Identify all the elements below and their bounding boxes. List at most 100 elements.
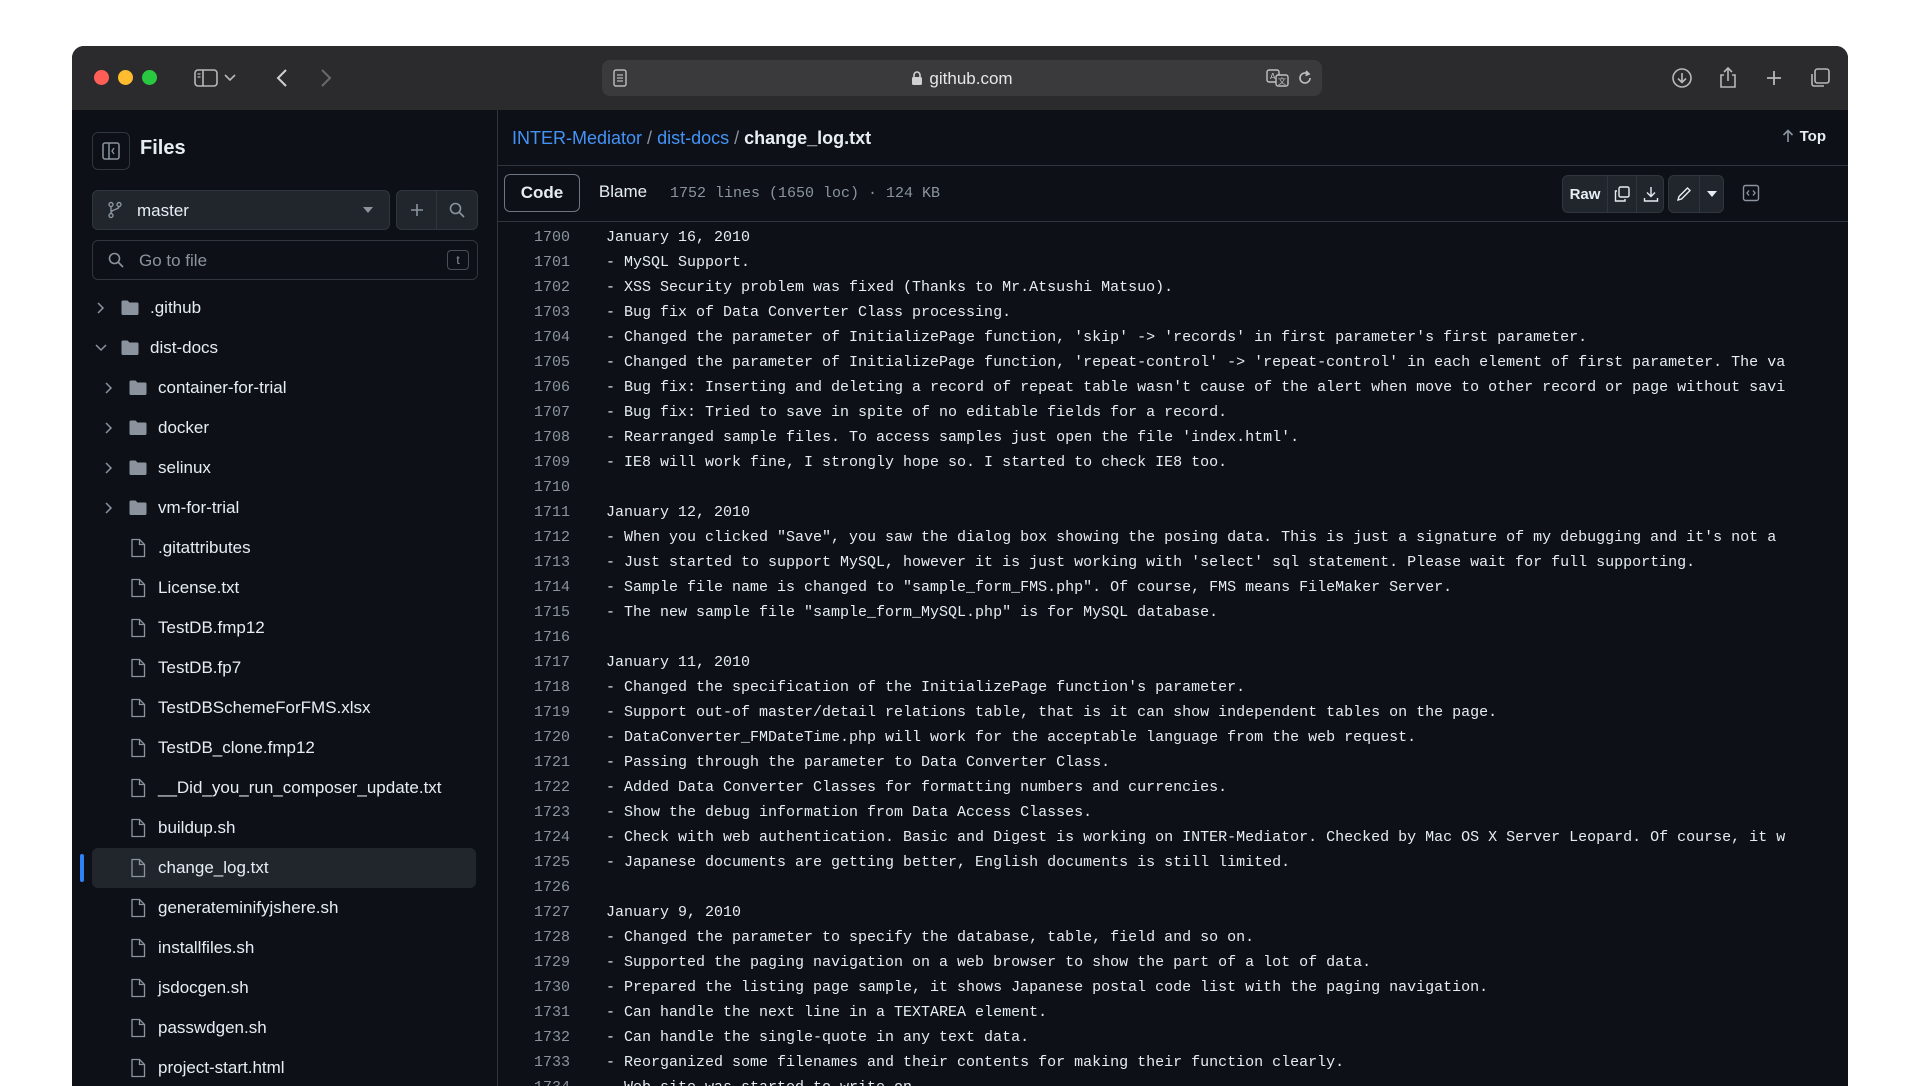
tree-item-label: change_log.txt [158, 858, 269, 877]
sidebar-toggle-icon[interactable] [192, 64, 220, 92]
symbols-panel-button[interactable] [1734, 175, 1768, 211]
reload-icon[interactable] [1296, 68, 1314, 93]
line-number[interactable]: 1728 [498, 925, 570, 950]
keyboard-shortcut-hint: t [447, 250, 469, 270]
tree-folder-item[interactable]: .github [92, 288, 476, 328]
collapse-sidebar-button[interactable] [92, 132, 130, 170]
line-number[interactable]: 1713 [498, 550, 570, 575]
chevron-right-icon[interactable] [102, 421, 116, 435]
chevron-down-icon[interactable] [222, 64, 238, 92]
line-number[interactable]: 1724 [498, 825, 570, 850]
line-number[interactable]: 1701 [498, 250, 570, 275]
line-number[interactable]: 1722 [498, 775, 570, 800]
tree-file-item[interactable]: project-start.html [92, 1048, 476, 1086]
search-files-button[interactable] [436, 190, 478, 230]
line-number[interactable]: 1719 [498, 700, 570, 725]
tab-overview-icon[interactable] [1806, 64, 1834, 92]
tree-file-item[interactable]: TestDB_clone.fmp12 [92, 728, 476, 768]
line-number[interactable]: 1727 [498, 900, 570, 925]
tree-folder-item[interactable]: dist-docs [92, 328, 476, 368]
line-number[interactable]: 1725 [498, 850, 570, 875]
chevron-right-icon[interactable] [102, 461, 116, 475]
tree-file-item[interactable]: change_log.txt [80, 848, 476, 888]
edit-options-button[interactable] [1700, 176, 1723, 212]
tree-folder-item[interactable]: selinux [92, 448, 476, 488]
line-number[interactable]: 1730 [498, 975, 570, 1000]
line-number[interactable]: 1705 [498, 350, 570, 375]
chevron-down-icon[interactable] [94, 341, 108, 355]
breadcrumb-repo-link[interactable]: INTER-Mediator [512, 128, 642, 148]
line-number[interactable]: 1700 [498, 225, 570, 250]
tree-file-item[interactable]: TestDB.fmp12 [92, 608, 476, 648]
file-icon [131, 818, 146, 838]
file-icon [131, 538, 146, 558]
line-number[interactable]: 1703 [498, 300, 570, 325]
chevron-right-icon[interactable] [102, 381, 116, 395]
tree-folder-item[interactable]: vm-for-trial [92, 488, 476, 528]
line-number[interactable]: 1707 [498, 400, 570, 425]
zoom-window-button[interactable] [142, 70, 157, 85]
copy-icon [1614, 186, 1630, 202]
new-tab-icon[interactable] [1760, 64, 1788, 92]
line-number[interactable]: 1729 [498, 950, 570, 975]
edit-file-button[interactable] [1669, 176, 1700, 212]
address-bar[interactable]: github.com A文 [602, 60, 1322, 96]
tree-file-item[interactable]: buildup.sh [92, 808, 476, 848]
line-number[interactable]: 1711 [498, 500, 570, 525]
line-number[interactable]: 1733 [498, 1050, 570, 1075]
forward-arrow-icon[interactable] [312, 64, 340, 92]
breadcrumb-dir-link[interactable]: dist-docs [657, 128, 729, 148]
tab-code[interactable]: Code [504, 174, 580, 212]
tree-folder-item[interactable]: docker [92, 408, 476, 448]
add-file-button[interactable] [396, 190, 438, 230]
line-number[interactable]: 1712 [498, 525, 570, 550]
line-number[interactable]: 1708 [498, 425, 570, 450]
translate-icon[interactable]: A文 [1266, 68, 1290, 93]
raw-button[interactable]: Raw [1563, 176, 1608, 212]
line-number[interactable]: 1732 [498, 1025, 570, 1050]
line-number[interactable]: 1717 [498, 650, 570, 675]
go-to-file-input[interactable] [137, 249, 421, 273]
tree-file-item[interactable]: jsdocgen.sh [92, 968, 476, 1008]
tree-file-item[interactable]: .gitattributes [92, 528, 476, 568]
line-number[interactable]: 1715 [498, 600, 570, 625]
line-number[interactable]: 1720 [498, 725, 570, 750]
tree-file-item[interactable]: passwdgen.sh [92, 1008, 476, 1048]
back-arrow-icon[interactable] [268, 64, 296, 92]
tree-folder-item[interactable]: container-for-trial [92, 368, 476, 408]
tree-file-item[interactable]: installfiles.sh [92, 928, 476, 968]
tree-file-item[interactable]: generateminifyjshere.sh [92, 888, 476, 928]
line-number[interactable]: 1709 [498, 450, 570, 475]
tree-file-item[interactable]: TestDBSchemeForFMS.xlsx [92, 688, 476, 728]
top-button[interactable]: Top [1782, 128, 1826, 145]
tree-file-item[interactable]: __Did_you_run_composer_update.txt [92, 768, 476, 808]
tree-file-item[interactable]: TestDB.fp7 [92, 648, 476, 688]
branch-selector[interactable]: master [92, 190, 390, 230]
line-number[interactable]: 1718 [498, 675, 570, 700]
line-number[interactable]: 1734 [498, 1075, 570, 1086]
tree-file-item[interactable]: License.txt [92, 568, 476, 608]
line-number[interactable]: 1723 [498, 800, 570, 825]
line-number[interactable]: 1731 [498, 1000, 570, 1025]
tab-blame[interactable]: Blame [584, 174, 662, 210]
file-icon [131, 658, 146, 678]
minimize-window-button[interactable] [118, 70, 133, 85]
line-content: - Supported the paging navigation on a w… [606, 954, 1372, 971]
copy-raw-button[interactable] [1608, 176, 1635, 212]
vertical-scrollbar[interactable] [1838, 221, 1848, 1086]
line-number[interactable]: 1716 [498, 625, 570, 650]
code-line: 1722 - Added Data Converter Classes for f… [498, 775, 1848, 800]
line-number[interactable]: 1714 [498, 575, 570, 600]
close-window-button[interactable] [94, 70, 109, 85]
line-number[interactable]: 1721 [498, 750, 570, 775]
line-number[interactable]: 1706 [498, 375, 570, 400]
line-number[interactable]: 1726 [498, 875, 570, 900]
download-raw-button[interactable] [1636, 176, 1664, 212]
chevron-right-icon[interactable] [94, 301, 108, 315]
line-number[interactable]: 1702 [498, 275, 570, 300]
line-number[interactable]: 1704 [498, 325, 570, 350]
downloads-icon[interactable] [1668, 64, 1696, 92]
chevron-right-icon[interactable] [102, 501, 116, 515]
line-number[interactable]: 1710 [498, 475, 570, 500]
share-icon[interactable] [1714, 64, 1742, 92]
